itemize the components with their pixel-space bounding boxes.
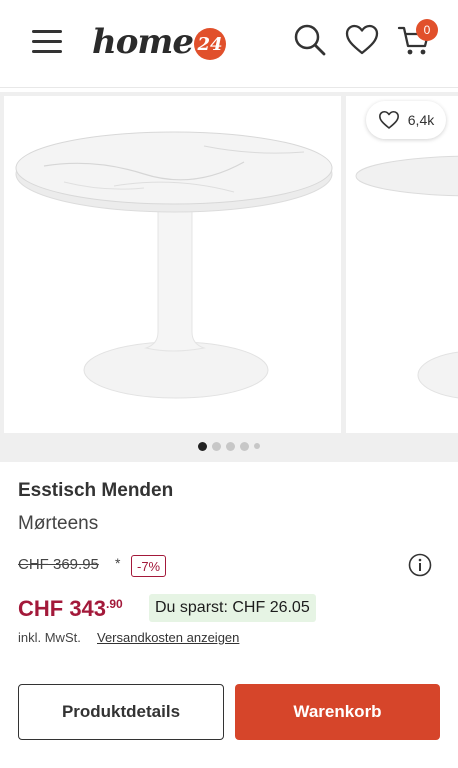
search-icon[interactable]: [292, 22, 328, 58]
table-product-image-partial: [355, 155, 458, 399]
shipping-costs-link[interactable]: Versandkosten anzeigen: [97, 630, 239, 645]
heart-icon[interactable]: [344, 22, 380, 58]
product-brand[interactable]: Mørteens: [18, 513, 98, 535]
current-price: CHF 343.90: [18, 596, 123, 622]
product-details-button[interactable]: Produktdetails: [18, 684, 224, 740]
pagination-dot[interactable]: [240, 441, 249, 451]
menu-icon[interactable]: [32, 28, 64, 54]
price-cents: .90: [106, 597, 123, 611]
logo-text: home: [92, 22, 194, 62]
site-header: home 24 0: [0, 0, 458, 88]
discount-badge: -7%: [131, 555, 167, 577]
price-asterisk: *: [115, 555, 121, 571]
cart-count-badge: 0: [416, 19, 438, 41]
gallery-pagination[interactable]: [0, 440, 458, 452]
logo-badge: 24: [194, 28, 227, 60]
pagination-dot[interactable]: [226, 441, 235, 451]
home24-logo[interactable]: home 24: [92, 18, 227, 66]
product-image-slide-next[interactable]: [346, 96, 458, 433]
pagination-dot[interactable]: [254, 443, 260, 449]
pagination-dot[interactable]: [198, 441, 207, 451]
wishlist-count: 6,4k: [407, 112, 435, 128]
add-to-cart-button[interactable]: Warenkorb: [235, 684, 440, 740]
product-title: Esstisch Menden: [18, 480, 174, 501]
vat-note: inkl. MwSt.: [18, 630, 81, 645]
price-main: CHF 343: [18, 596, 107, 621]
product-image-slide[interactable]: [4, 96, 341, 433]
old-price: CHF 369.95: [18, 556, 99, 573]
table-product-image: [15, 131, 333, 399]
savings-badge: Du sparst: CHF 26.05: [149, 594, 316, 622]
pagination-dot[interactable]: [212, 441, 221, 451]
product-image-gallery[interactable]: [0, 92, 458, 462]
heart-icon: [378, 110, 399, 129]
info-icon[interactable]: [408, 553, 432, 577]
wishlist-count-button[interactable]: 6,4k: [366, 101, 446, 139]
